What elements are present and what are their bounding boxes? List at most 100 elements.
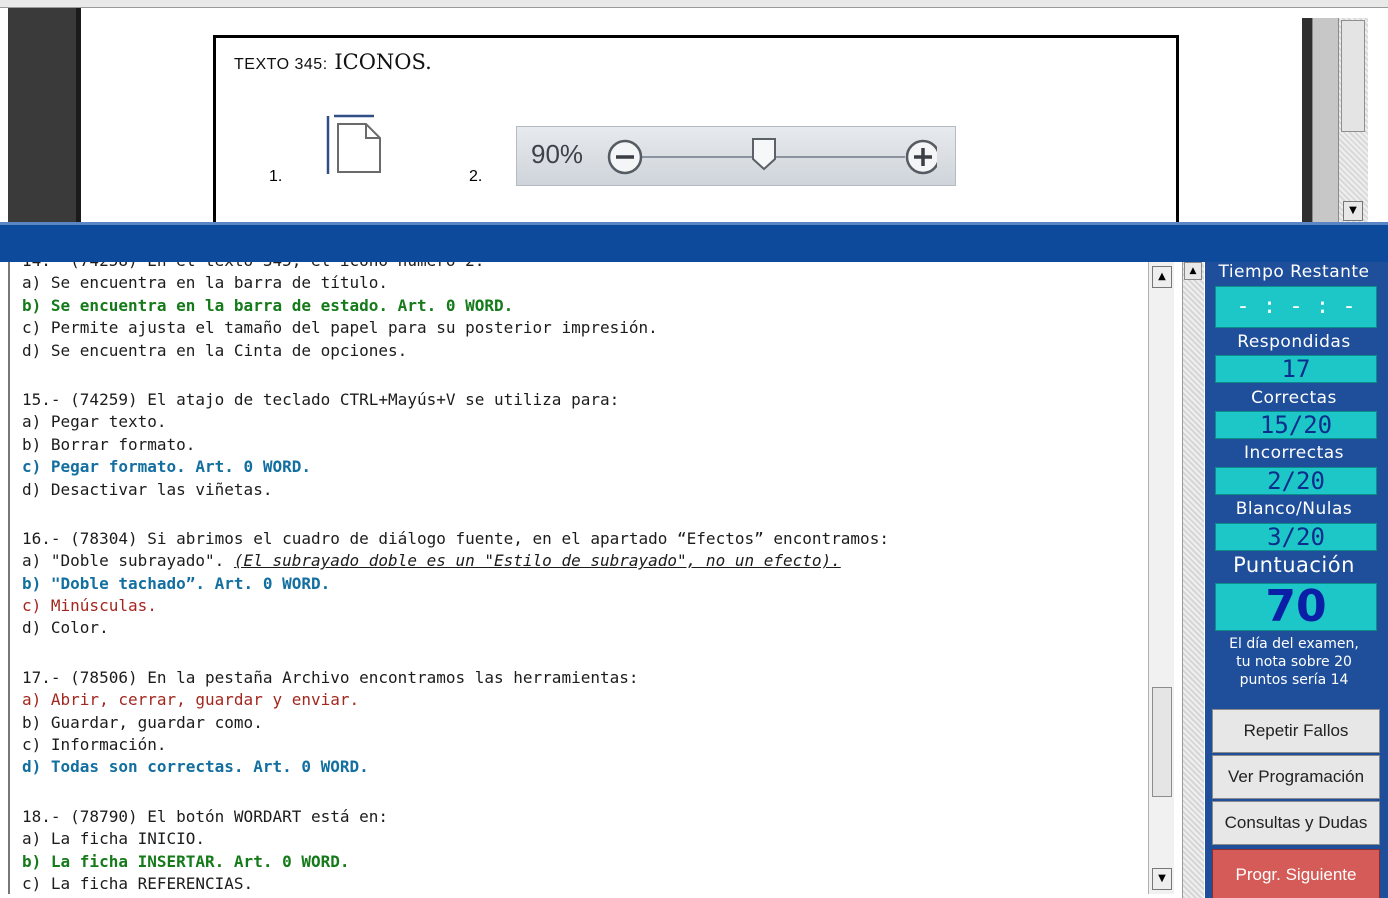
answer-option: b) La ficha INSERTAR. Art. 0 WORD. <box>22 851 1142 873</box>
line-text: a) Abrir, cerrar, guardar y enviar. <box>22 690 360 710</box>
line-text: b) Guardar, guardar como. <box>22 712 263 732</box>
respondidas-value: 17 <box>1215 355 1377 383</box>
answer-option: b) Se encuentra en la barra de estado. A… <box>22 295 1142 317</box>
app-window: TEXTO 345: ICONOS. 1. 2. 90% ▼ a) Se enc… <box>0 0 1388 898</box>
puntuacion-value: 70 <box>1215 583 1377 631</box>
answer-option: c) Minúsculas. <box>22 595 1142 617</box>
zoom-in-icon <box>905 139 937 175</box>
question-text: 18.- (78790) El botón WORDART está en: <box>22 806 1142 828</box>
document-title-prefix: TEXTO 345: <box>234 56 328 73</box>
progr-siguiente-button[interactable]: Progr. Siguiente <box>1212 849 1380 898</box>
line-text: a) Pegar texto. <box>22 412 167 432</box>
question-text: 15.- (74259) El atajo de teclado CTRL+Ma… <box>22 389 1142 411</box>
viewer-scrollbar-thumb[interactable] <box>1341 20 1365 132</box>
line-text: d) Todas son correctas. Art. 0 WORD. <box>22 757 369 777</box>
grade-note-line2: tu nota sobre 20 <box>1236 654 1352 670</box>
answer-option: b) Borrar formato. <box>22 434 1142 456</box>
questions-list: 14.- (74258) En el texto 345, el icono n… <box>22 262 1142 894</box>
scroll-down-arrow-icon[interactable]: ▼ <box>1343 201 1363 221</box>
line-text: c) La ficha REFERENCIAS. <box>22 873 254 893</box>
line-text: c) Minúsculas. <box>22 596 157 616</box>
line-text: 18.- (78790) El botón WORDART está en: <box>22 806 389 826</box>
incorrectas-label: Incorrectas <box>1243 443 1345 463</box>
stats-sidebar: Tiempo Restante - : - : - Respondidas 17… <box>1205 262 1388 898</box>
answer-option: a) La ficha INICIO. <box>22 828 1142 850</box>
viewer-right-gutter <box>1312 18 1338 225</box>
answer-option: d) Desactivar las viñetas. <box>22 479 1142 501</box>
question-spacer <box>22 362 1142 389</box>
answer-option: a) Se encuentra en la barra de título. <box>22 272 1142 294</box>
line-text: b) La ficha INSERTAR. Art. 0 WORD. <box>22 851 350 871</box>
line-text: d) Desactivar las viñetas. <box>22 479 273 499</box>
document-page: TEXTO 345: ICONOS. 1. 2. 90% <box>213 35 1179 235</box>
line-text: b) "Doble tachado”. Art. 0 WORD. <box>22 573 331 593</box>
answer-option: b) "Doble tachado”. Art. 0 WORD. <box>22 573 1142 595</box>
blanco-label: Blanco/Nulas <box>1235 499 1353 519</box>
questions-panel: 14.- (74258) En el texto 345, el icono n… <box>8 262 1176 894</box>
line-text: b) Se encuentra en la barra de estado. A… <box>22 295 514 315</box>
line-text: a) "Doble subrayado". <box>22 551 234 571</box>
tiempo-value: - : - : - <box>1215 286 1377 328</box>
puntuacion-label: Puntuación <box>1233 553 1355 577</box>
scroll-up-arrow-icon[interactable]: ▲ <box>1152 266 1172 288</box>
question-spacer <box>22 640 1142 667</box>
zoom-slider-graphic <box>607 138 937 175</box>
ver-programacion-button[interactable]: Ver Programación <box>1212 755 1380 799</box>
line-text: a) La ficha INICIO. <box>22 829 206 849</box>
answer-option: a) Abrir, cerrar, guardar y enviar. <box>22 689 1142 711</box>
viewer-left-margin <box>8 8 76 225</box>
viewer-left-divider <box>76 8 81 225</box>
blanco-value: 3/20 <box>1215 523 1377 551</box>
line-text: a) Se encuentra en la barra de título. <box>22 273 389 293</box>
correctas-label: Correctas <box>1251 388 1337 408</box>
item-2-number: 2. <box>469 168 483 185</box>
question-text: 16.- (78304) Si abrimos el cuadro de diá… <box>22 528 1142 550</box>
zoom-control-image: 90% <box>516 126 956 186</box>
sidebar-scrollbar[interactable]: ▲ <box>1182 262 1204 898</box>
line-text: c) Pegar formato. Art. 0 WORD. <box>22 457 311 477</box>
answer-option: d) Color. <box>22 617 1142 639</box>
line-text: d) Color. <box>22 618 109 638</box>
zoom-out-icon <box>607 139 643 175</box>
questions-scrollbar-thumb[interactable] <box>1152 687 1172 797</box>
line-text: c) Información. <box>22 735 167 755</box>
line-text: c) Permite ajusta el tamaño del papel pa… <box>22 318 658 338</box>
question-spacer <box>22 501 1142 528</box>
zoom-slider-thumb-icon <box>752 138 776 171</box>
top-window-edge <box>0 0 1388 8</box>
repetir-fallos-button[interactable]: Repetir Fallos <box>1212 709 1380 753</box>
question-text: 14.- (74258) En el texto 345, el icono n… <box>22 262 1142 272</box>
page-size-icon <box>326 114 381 174</box>
document-title: TEXTO 345: ICONOS. <box>234 50 432 74</box>
document-title-main: ICONOS. <box>334 50 432 74</box>
answer-option: a) Pegar texto. <box>22 411 1142 433</box>
answer-option: c) Pegar formato. Art. 0 WORD. <box>22 456 1142 478</box>
line-text: 15.- (74259) El atajo de teclado CTRL+Ma… <box>22 389 620 409</box>
line-text: d) Se encuentra en la Cinta de opciones. <box>22 340 408 360</box>
line-text: 14.- (74258) En el texto 345, el icono n… <box>22 262 484 270</box>
answer-option: c) La ficha REFERENCIAS. <box>22 873 1142 894</box>
line-text: b) Borrar formato. <box>22 434 196 454</box>
answer-option: d) Se encuentra en la Cinta de opciones. <box>22 340 1142 362</box>
answer-option: b) Guardar, guardar como. <box>22 712 1142 734</box>
zoom-level: 90% <box>531 139 584 169</box>
line-text: 17.- (78506) En la pestaña Archivo encon… <box>22 667 639 687</box>
scroll-down-arrow-icon[interactable]: ▼ <box>1152 868 1172 890</box>
grade-note-line3: puntos sería 14 <box>1239 672 1349 688</box>
panel-separator <box>0 222 1388 262</box>
consultas-dudas-button[interactable]: Consultas y Dudas <box>1212 801 1380 845</box>
item-1-number: 1. <box>269 168 283 185</box>
questions-scrollbar[interactable]: ▲ ▼ <box>1148 262 1174 894</box>
incorrectas-value: 2/20 <box>1215 467 1377 495</box>
line-text: 16.- (78304) Si abrimos el cuadro de diá… <box>22 528 889 548</box>
question-spacer <box>22 779 1142 806</box>
answer-note: (El subrayado doble es un "Estilo de sub… <box>233 551 841 571</box>
tiempo-label: Tiempo Restante <box>1218 262 1370 282</box>
scroll-up-arrow-icon[interactable]: ▲ <box>1184 262 1202 280</box>
answer-option: c) Información. <box>22 734 1142 756</box>
viewer-scrollbar[interactable]: ▼ <box>1338 18 1368 225</box>
question-text: 17.- (78506) En la pestaña Archivo encon… <box>22 667 1142 689</box>
answer-option: a) "Doble subrayado". (El subrayado dobl… <box>22 550 1142 572</box>
answer-option: d) Todas son correctas. Art. 0 WORD. <box>22 756 1142 778</box>
respondidas-label: Respondidas <box>1237 332 1351 352</box>
